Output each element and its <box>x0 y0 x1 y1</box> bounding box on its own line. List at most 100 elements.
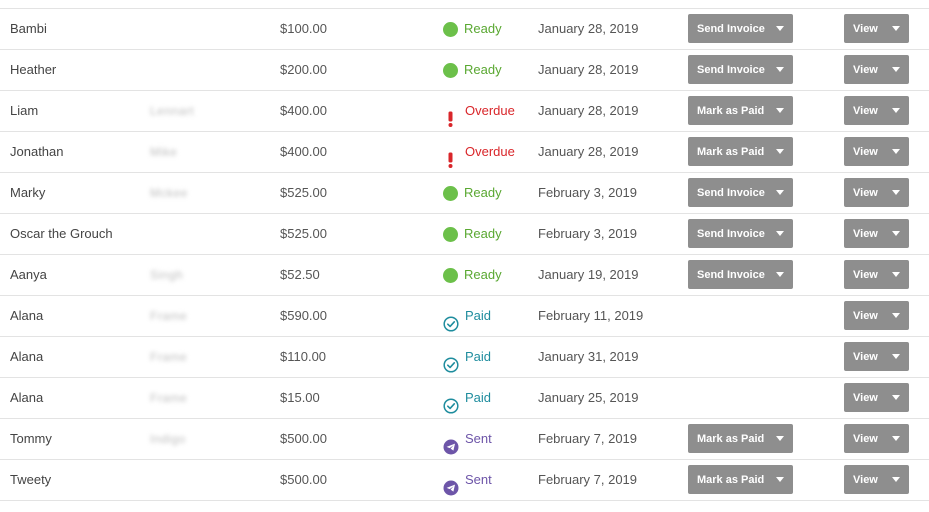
chevron-down-icon[interactable] <box>776 26 784 31</box>
last-name-cell: Frame <box>150 337 208 377</box>
chevron-down-icon[interactable] <box>892 26 900 31</box>
chevron-down-icon[interactable] <box>892 149 900 154</box>
status-label: Overdue <box>465 144 515 159</box>
paper-plane-icon <box>443 431 459 455</box>
status-label: Sent <box>465 472 492 487</box>
paper-plane-icon <box>443 472 459 496</box>
chevron-down-icon[interactable] <box>776 231 784 236</box>
send-invoice-button[interactable]: Send Invoice <box>688 260 793 289</box>
amount-cell: $15.00 <box>280 390 320 405</box>
view-button-label: View <box>853 309 878 322</box>
status-label: Overdue <box>465 103 515 118</box>
chevron-down-icon[interactable] <box>892 395 900 400</box>
table-row: Jonathan Mike $400.00 Overdue January 28, 20… <box>0 132 929 173</box>
ready-status-icon <box>443 185 458 201</box>
status-label: Sent <box>465 431 492 446</box>
first-name-cell: Alana <box>10 308 44 323</box>
view-button-label: View <box>853 227 878 240</box>
chevron-down-icon[interactable] <box>776 149 784 154</box>
ready-status-icon <box>443 62 458 78</box>
view-button-label: View <box>853 473 878 486</box>
send-invoice-button[interactable]: Send Invoice <box>688 14 793 43</box>
send-invoice-button[interactable]: Send Invoice <box>688 178 793 207</box>
send-invoice-button[interactable]: Send Invoice <box>688 219 793 248</box>
date-cell: January 28, 2019 <box>538 144 639 159</box>
view-button[interactable]: View <box>844 96 909 125</box>
view-button[interactable]: View <box>844 465 909 494</box>
last-name-cell <box>150 214 208 254</box>
action-button-label: Mark as Paid <box>697 473 765 486</box>
first-name-cell: Marky <box>10 185 46 200</box>
status-cell: Sent <box>443 460 492 500</box>
table-row: Tommy Indigo $500.00 Sent February 7, 2019 Ma… <box>0 419 929 460</box>
status-cell: Ready <box>443 255 502 295</box>
chevron-down-icon[interactable] <box>892 231 900 236</box>
view-button[interactable]: View <box>844 424 909 453</box>
date-cell: January 25, 2019 <box>538 390 639 405</box>
view-button-label: View <box>853 391 878 404</box>
action-button-label: Mark as Paid <box>697 145 765 158</box>
mark-as-paid-button[interactable]: Mark as Paid <box>688 137 793 166</box>
first-name-cell: Tommy <box>10 431 52 446</box>
chevron-down-icon[interactable] <box>892 272 900 277</box>
view-button[interactable]: View <box>844 137 909 166</box>
chevron-down-icon[interactable] <box>892 354 900 359</box>
status-cell: Ready <box>443 214 502 254</box>
mark-as-paid-button[interactable]: Mark as Paid <box>688 465 793 494</box>
chevron-down-icon[interactable] <box>892 190 900 195</box>
chevron-down-icon[interactable] <box>776 190 784 195</box>
chevron-down-icon[interactable] <box>892 436 900 441</box>
last-name-cell: Mike <box>150 132 208 172</box>
view-button[interactable]: View <box>844 260 909 289</box>
view-button-label: View <box>853 186 878 199</box>
chevron-down-icon[interactable] <box>892 67 900 72</box>
send-invoice-button[interactable]: Send Invoice <box>688 55 793 84</box>
ready-status-icon <box>443 21 458 37</box>
last-name-cell: Frame <box>150 296 208 336</box>
last-name-cell <box>150 460 208 500</box>
status-cell: Paid <box>443 337 491 377</box>
status-cell: Ready <box>443 50 502 90</box>
action-button-label: Send Invoice <box>697 22 765 35</box>
table-row: Heather $200.00 Ready January 28, 2019 Send … <box>0 50 929 91</box>
first-name-cell: Alana <box>10 349 44 364</box>
status-cell: Sent <box>443 419 492 459</box>
view-button[interactable]: View <box>844 178 909 207</box>
amount-cell: $590.00 <box>280 308 327 323</box>
status-label: Paid <box>465 308 492 323</box>
check-circle-icon <box>443 390 459 414</box>
table-row: Alana Frame $15.00 Paid January 25, 2019 View <box>0 378 929 419</box>
amount-cell: $100.00 <box>280 21 327 36</box>
amount-cell: $500.00 <box>280 472 327 487</box>
chevron-down-icon[interactable] <box>776 477 784 482</box>
mark-as-paid-button[interactable]: Mark as Paid <box>688 424 793 453</box>
first-name-cell: Liam <box>10 103 39 118</box>
chevron-down-icon[interactable] <box>776 108 784 113</box>
first-name-cell: Aanya <box>10 267 47 282</box>
view-button[interactable]: View <box>844 55 909 84</box>
table-row: Alana Frame $110.00 Paid January 31, 2019 Vie… <box>0 337 929 378</box>
mark-as-paid-button[interactable]: Mark as Paid <box>688 96 793 125</box>
exclamation-icon <box>443 144 459 168</box>
status-cell: Ready <box>443 9 502 49</box>
chevron-down-icon[interactable] <box>892 477 900 482</box>
view-button[interactable]: View <box>844 342 909 371</box>
chevron-down-icon[interactable] <box>776 272 784 277</box>
amount-cell: $500.00 <box>280 431 327 446</box>
ready-status-icon <box>443 226 458 242</box>
date-cell: January 31, 2019 <box>538 349 639 364</box>
last-name-blurred: Mike <box>150 145 178 159</box>
chevron-down-icon[interactable] <box>776 67 784 72</box>
chevron-down-icon[interactable] <box>776 436 784 441</box>
view-button[interactable]: View <box>844 301 909 330</box>
view-button[interactable]: View <box>844 14 909 43</box>
ready-status-icon <box>443 267 458 283</box>
view-button[interactable]: View <box>844 383 909 412</box>
view-button[interactable]: View <box>844 219 909 248</box>
status-cell: Overdue <box>443 132 515 172</box>
chevron-down-icon[interactable] <box>892 108 900 113</box>
table-row: Marky Mckee $525.00 Ready February 3, 2019 Se… <box>0 173 929 214</box>
date-cell: February 3, 2019 <box>538 185 638 200</box>
view-button-label: View <box>853 22 878 35</box>
chevron-down-icon[interactable] <box>892 313 900 318</box>
